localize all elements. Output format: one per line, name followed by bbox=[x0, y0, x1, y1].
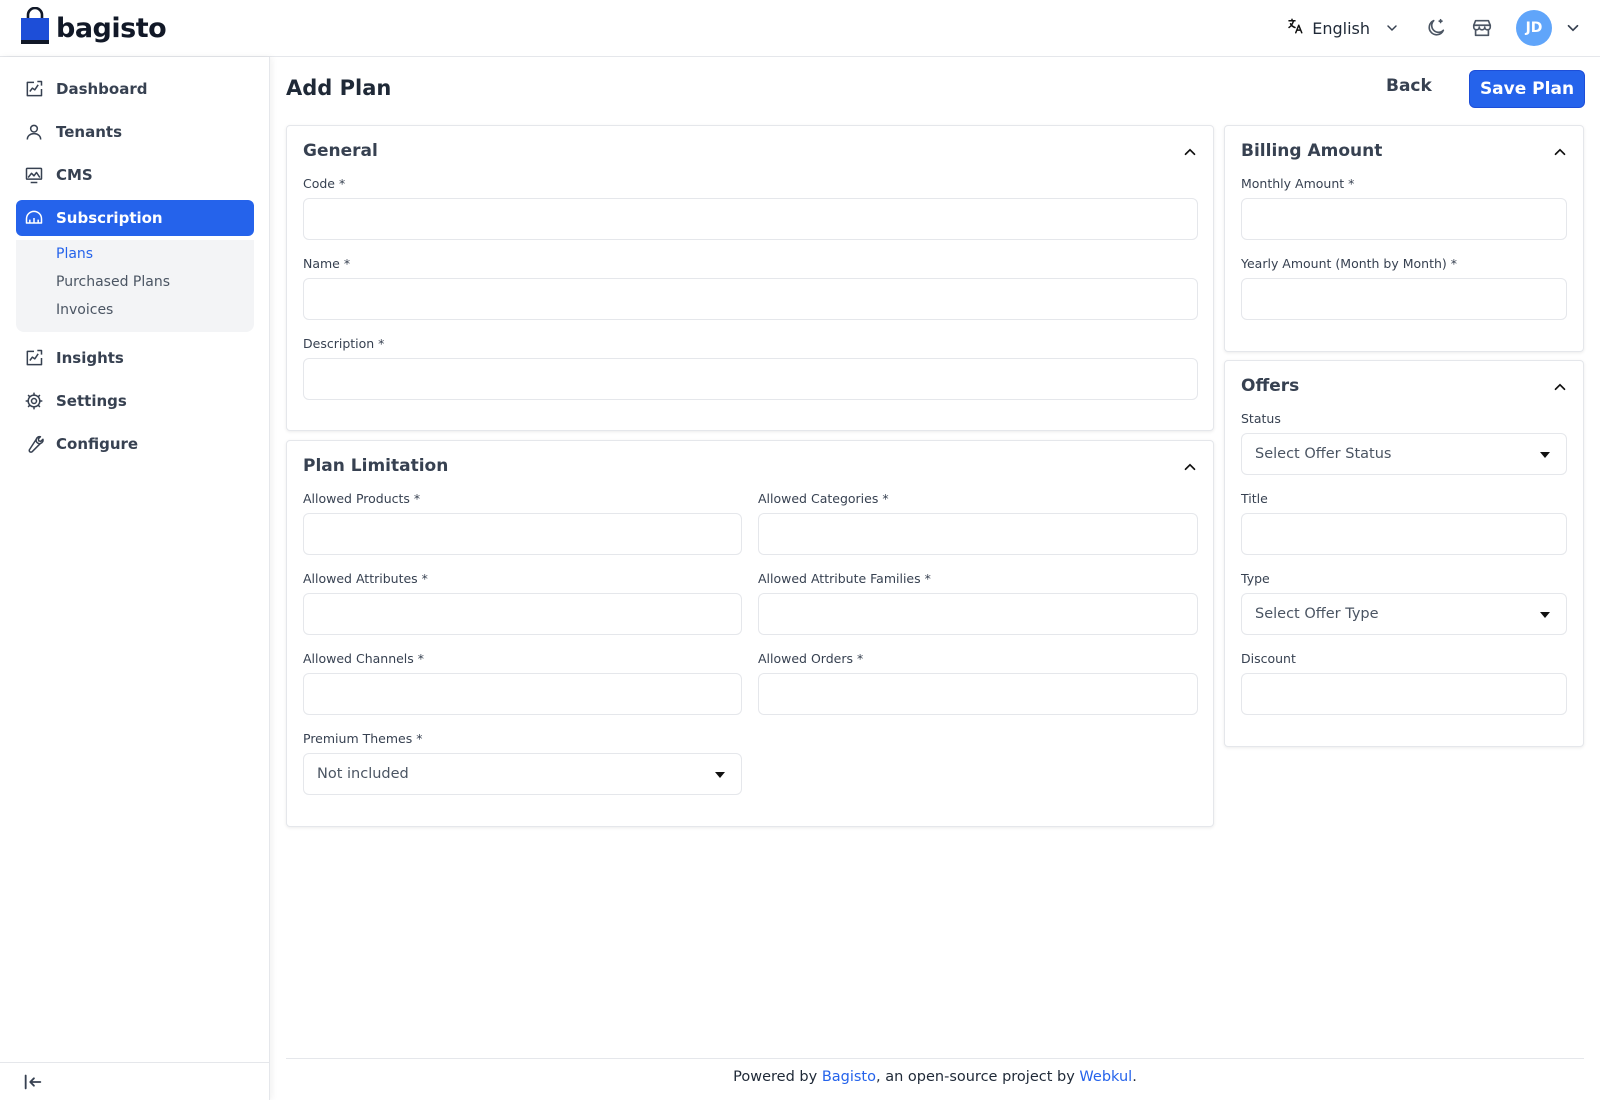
sidebar-item-label: Subscription bbox=[56, 209, 163, 227]
allowed-categories-label: Allowed Categories * bbox=[758, 491, 889, 506]
insights-chart-icon bbox=[24, 348, 44, 368]
offer-type-value: Select Offer Type bbox=[1255, 606, 1379, 622]
dashboard-chart-icon bbox=[24, 79, 44, 99]
caret-down-icon bbox=[1540, 612, 1550, 618]
dark-mode-moon-icon[interactable] bbox=[1424, 16, 1448, 40]
plan-limitation-card: Plan Limitation Allowed Products * Allow… bbox=[286, 440, 1214, 827]
offer-type-label: Type bbox=[1241, 571, 1270, 586]
allowed-orders-input[interactable] bbox=[758, 673, 1198, 715]
sidebar-item-label: Settings bbox=[56, 392, 127, 410]
code-label: Code * bbox=[303, 176, 346, 191]
webkul-link[interactable]: Webkul bbox=[1079, 1069, 1132, 1085]
allowed-attributes-input[interactable] bbox=[303, 593, 742, 635]
offer-status-select[interactable]: Select Offer Status bbox=[1241, 433, 1567, 475]
chevron-up-icon[interactable] bbox=[1551, 143, 1569, 161]
allowed-attributes-label: Allowed Attributes * bbox=[303, 571, 428, 586]
bagisto-link[interactable]: Bagisto bbox=[822, 1069, 876, 1085]
monitor-icon bbox=[24, 165, 44, 185]
card-title: Offers bbox=[1241, 376, 1300, 396]
card-title: Billing Amount bbox=[1241, 141, 1383, 161]
premium-themes-label: Premium Themes * bbox=[303, 731, 423, 746]
sidebar-item-configure[interactable]: Configure bbox=[16, 426, 254, 462]
allowed-products-label: Allowed Products * bbox=[303, 491, 421, 506]
caret-down-icon bbox=[715, 772, 725, 778]
card-title: Plan Limitation bbox=[303, 456, 449, 476]
sidebar-item-insights[interactable]: Insights bbox=[16, 340, 254, 376]
footer-text: . bbox=[1132, 1069, 1137, 1085]
sidebar-item-cms[interactable]: CMS bbox=[16, 157, 254, 193]
allowed-products-input[interactable] bbox=[303, 513, 742, 555]
offers-card: Offers Status Select Offer Status Title … bbox=[1224, 360, 1584, 747]
save-plan-button[interactable]: Save Plan bbox=[1469, 70, 1585, 108]
sidebar-collapse-bar bbox=[0, 1062, 270, 1100]
chevron-down-icon[interactable] bbox=[1564, 19, 1582, 37]
discount-label: Discount bbox=[1241, 651, 1296, 666]
user-icon bbox=[24, 122, 44, 142]
allowed-attribute-families-input[interactable] bbox=[758, 593, 1198, 635]
monthly-amount-label: Monthly Amount * bbox=[1241, 176, 1355, 191]
billing-amount-card: Billing Amount Monthly Amount * Yearly A… bbox=[1224, 125, 1584, 352]
chevron-up-icon[interactable] bbox=[1181, 458, 1199, 476]
offer-status-label: Status bbox=[1241, 411, 1281, 426]
allowed-categories-input[interactable] bbox=[758, 513, 1198, 555]
sidebar-item-label: Insights bbox=[56, 349, 124, 367]
submenu-item-invoices[interactable]: Invoices bbox=[56, 302, 113, 318]
allowed-attribute-families-label: Allowed Attribute Families * bbox=[758, 571, 931, 586]
offer-title-input[interactable] bbox=[1241, 513, 1567, 555]
collapse-sidebar-icon[interactable] bbox=[22, 1071, 44, 1097]
sidebar-item-label: Configure bbox=[56, 435, 139, 453]
description-input[interactable] bbox=[303, 358, 1198, 400]
discount-input[interactable] bbox=[1241, 673, 1567, 715]
sidebar-item-subscription[interactable]: Subscription bbox=[16, 200, 254, 236]
logo-text: bagisto bbox=[56, 12, 167, 44]
subscription-icon bbox=[24, 208, 44, 228]
translate-icon bbox=[1286, 17, 1304, 39]
storefront-icon[interactable] bbox=[1470, 16, 1494, 40]
back-button[interactable]: Back bbox=[1386, 76, 1432, 96]
sidebar-item-tenants[interactable]: Tenants bbox=[16, 114, 254, 150]
sidebar: Dashboard Tenants CMS Subscription Plans… bbox=[0, 57, 270, 1100]
premium-themes-value: Not included bbox=[317, 766, 409, 782]
gear-icon bbox=[24, 391, 44, 411]
wrench-icon bbox=[24, 434, 44, 454]
chevron-down-icon bbox=[1384, 20, 1400, 36]
caret-down-icon bbox=[1540, 452, 1550, 458]
page-title: Add Plan bbox=[286, 76, 392, 100]
name-label: Name * bbox=[303, 256, 351, 271]
monthly-amount-input[interactable] bbox=[1241, 198, 1567, 240]
premium-themes-select[interactable]: Not included bbox=[303, 753, 742, 795]
sidebar-item-settings[interactable]: Settings bbox=[16, 383, 254, 419]
card-title: General bbox=[303, 141, 378, 161]
offer-title-label: Title bbox=[1241, 491, 1268, 506]
allowed-channels-input[interactable] bbox=[303, 673, 742, 715]
general-card: General Code * Name * Description * bbox=[286, 125, 1214, 431]
top-header: bagisto English JD bbox=[0, 0, 1600, 57]
language-switcher[interactable]: English bbox=[1286, 17, 1400, 39]
footer-text: Powered by bbox=[733, 1069, 822, 1085]
chevron-up-icon[interactable] bbox=[1551, 378, 1569, 396]
yearly-amount-label: Yearly Amount (Month by Month) * bbox=[1241, 256, 1458, 271]
sidebar-item-label: CMS bbox=[56, 166, 93, 184]
sidebar-item-label: Dashboard bbox=[56, 80, 148, 98]
user-avatar[interactable]: JD bbox=[1516, 10, 1552, 46]
sidebar-item-dashboard[interactable]: Dashboard bbox=[16, 71, 254, 107]
code-input[interactable] bbox=[303, 198, 1198, 240]
logo[interactable]: bagisto bbox=[20, 6, 167, 49]
name-input[interactable] bbox=[303, 278, 1198, 320]
language-label: English bbox=[1312, 18, 1370, 38]
yearly-amount-input[interactable] bbox=[1241, 278, 1567, 320]
sidebar-item-label: Tenants bbox=[56, 123, 122, 141]
allowed-channels-label: Allowed Channels * bbox=[303, 651, 425, 666]
allowed-orders-label: Allowed Orders * bbox=[758, 651, 864, 666]
shopping-bag-icon bbox=[20, 6, 50, 49]
submenu-item-purchased-plans[interactable]: Purchased Plans bbox=[56, 274, 170, 290]
subscription-submenu: Plans Purchased Plans Invoices bbox=[16, 240, 254, 332]
offer-status-value: Select Offer Status bbox=[1255, 446, 1392, 462]
chevron-up-icon[interactable] bbox=[1181, 143, 1199, 161]
description-label: Description * bbox=[303, 336, 385, 351]
footer: Powered by Bagisto, an open-source proje… bbox=[286, 1058, 1584, 1100]
footer-text: , an open-source project by bbox=[876, 1069, 1080, 1085]
submenu-item-plans[interactable]: Plans bbox=[56, 246, 93, 262]
offer-type-select[interactable]: Select Offer Type bbox=[1241, 593, 1567, 635]
